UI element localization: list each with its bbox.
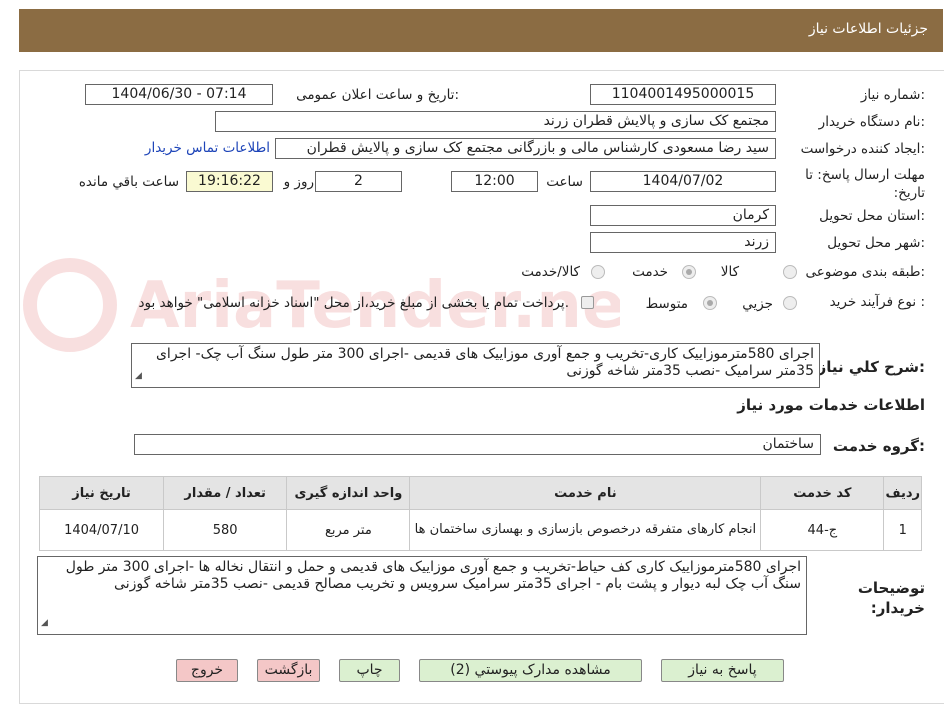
table-row: 1 ج-44 انجام کارهای متفرقه درخصوص بازساز… — [38, 509, 922, 551]
need-number-label: شماره نیاز: — [860, 87, 925, 103]
col-date: تاریخ نیاز — [38, 476, 165, 510]
process-radio-minor[interactable] — [783, 296, 797, 310]
buyer-org-field: مجتمع کک سازی و پالایش قطران زرند — [215, 111, 776, 132]
requester-field: سید رضا مسعودی کارشناس مالی و بازرگانی م… — [275, 138, 776, 159]
cell-date: 1404/07/10 — [38, 509, 165, 551]
view-attachments-button[interactable]: مشاهده مدارک پیوستي (2) — [419, 659, 642, 682]
category-radio-goods[interactable] — [783, 265, 797, 279]
services-section-title: اطلاعات خدمات مورد نياز — [737, 396, 925, 414]
process-label: نوع فرآیند خرید : — [829, 294, 925, 310]
deadline-time-field: 12:00 — [451, 171, 538, 192]
cell-code: ج-44 — [760, 509, 885, 551]
remaining-time-label: ساعت باقي مانده — [78, 174, 179, 190]
page-header: جزئیات اطلاعات نیاز — [19, 9, 943, 52]
announce-datetime-field: 1404/06/30 - 07:14 — [85, 84, 273, 105]
page-title: جزئیات اطلاعات نیاز — [808, 21, 928, 37]
province-label: استان محل تحویل: — [819, 208, 925, 224]
category-label: طبقه بندی موضوعی: — [805, 264, 925, 280]
buyer-notes-text: اجرای 580مترموزاییک کاری کف حیاط-تخریب و… — [65, 559, 801, 592]
reply-button[interactable]: پاسخ به نیاز — [661, 659, 784, 682]
category-option-goods: کالا — [720, 264, 739, 280]
treasury-payment-note: پرداخت تمام یا بخشی از مبلغ خرید،از محل … — [138, 295, 569, 311]
col-qty: تعداد / مقدار — [163, 476, 288, 510]
need-number-field: 1104001495000015 — [590, 84, 776, 105]
process-radio-medium[interactable] — [703, 296, 717, 310]
buyer-notes-label: توضیحات خریدار: — [857, 579, 925, 617]
city-field: زرند — [590, 232, 776, 253]
category-radio-both[interactable] — [591, 265, 605, 279]
treasury-payment-checkbox[interactable] — [581, 296, 594, 309]
process-option-minor: جزيي — [742, 296, 773, 312]
announce-label: تاریخ و ساعت اعلان عمومی: — [296, 87, 459, 103]
remaining-time-field: 19:16:22 — [186, 171, 273, 192]
province-field: کرمان — [590, 205, 776, 226]
summary-text: اجرای 580مترموزاییک کاری-تخریب و جمع آور… — [155, 346, 814, 379]
process-option-medium: متوسط — [645, 296, 688, 312]
deadline-label: مهلت ارسال پاسخ: تا تاریخ: — [805, 167, 925, 201]
category-radio-service[interactable] — [682, 265, 696, 279]
buyer-notes-textarea[interactable]: اجرای 580مترموزاییک کاری کف حیاط-تخریب و… — [37, 556, 807, 635]
deadline-date-field: 1404/07/02 — [590, 171, 776, 192]
col-unit: واحد اندازه گیری — [286, 476, 411, 510]
deadline-time-label: ساعت — [546, 174, 583, 190]
city-label: شهر محل تحویل: — [827, 235, 925, 251]
summary-textarea[interactable]: اجرای 580مترموزاییک کاری-تخریب و جمع آور… — [131, 343, 820, 388]
cell-row: 1 — [883, 509, 922, 551]
service-group-label: گروه خدمت: — [832, 437, 925, 455]
table-header-row: رديف کد خدمت نام خدمت واحد اندازه گیری ت… — [38, 476, 922, 510]
category-option-service: خدمت — [632, 264, 668, 280]
cell-name: انجام کارهای متفرقه درخصوص بازسازی و بهس… — [409, 509, 762, 551]
col-name: نام خدمت — [409, 476, 762, 510]
cell-unit: متر مربع — [286, 509, 411, 551]
buyer-org-label: نام دستگاه خریدار: — [818, 114, 925, 130]
exit-button[interactable]: خروج — [176, 659, 238, 682]
service-group-field: ساختمان — [134, 434, 821, 455]
services-table: رديف کد خدمت نام خدمت واحد اندازه گیری ت… — [38, 476, 922, 551]
back-button[interactable]: بازگشت — [257, 659, 320, 682]
print-button[interactable]: چاپ — [339, 659, 400, 682]
remaining-days-field: 2 — [315, 171, 402, 192]
resize-handle-icon[interactable]: ◢ — [41, 615, 48, 632]
requester-label: ایجاد کننده درخواست: — [800, 141, 925, 157]
category-option-both: کالا/خدمت — [521, 264, 580, 280]
col-code: کد خدمت — [760, 476, 885, 510]
cell-qty: 580 — [163, 509, 288, 551]
resize-handle-icon[interactable]: ◢ — [135, 368, 142, 385]
days-label: روز و — [283, 174, 314, 190]
buyer-contact-link[interactable]: اطلاعات تماس خریدار — [145, 140, 270, 156]
summary-label: شرح کلي نياز: — [817, 358, 925, 376]
col-row: رديف — [883, 476, 922, 510]
